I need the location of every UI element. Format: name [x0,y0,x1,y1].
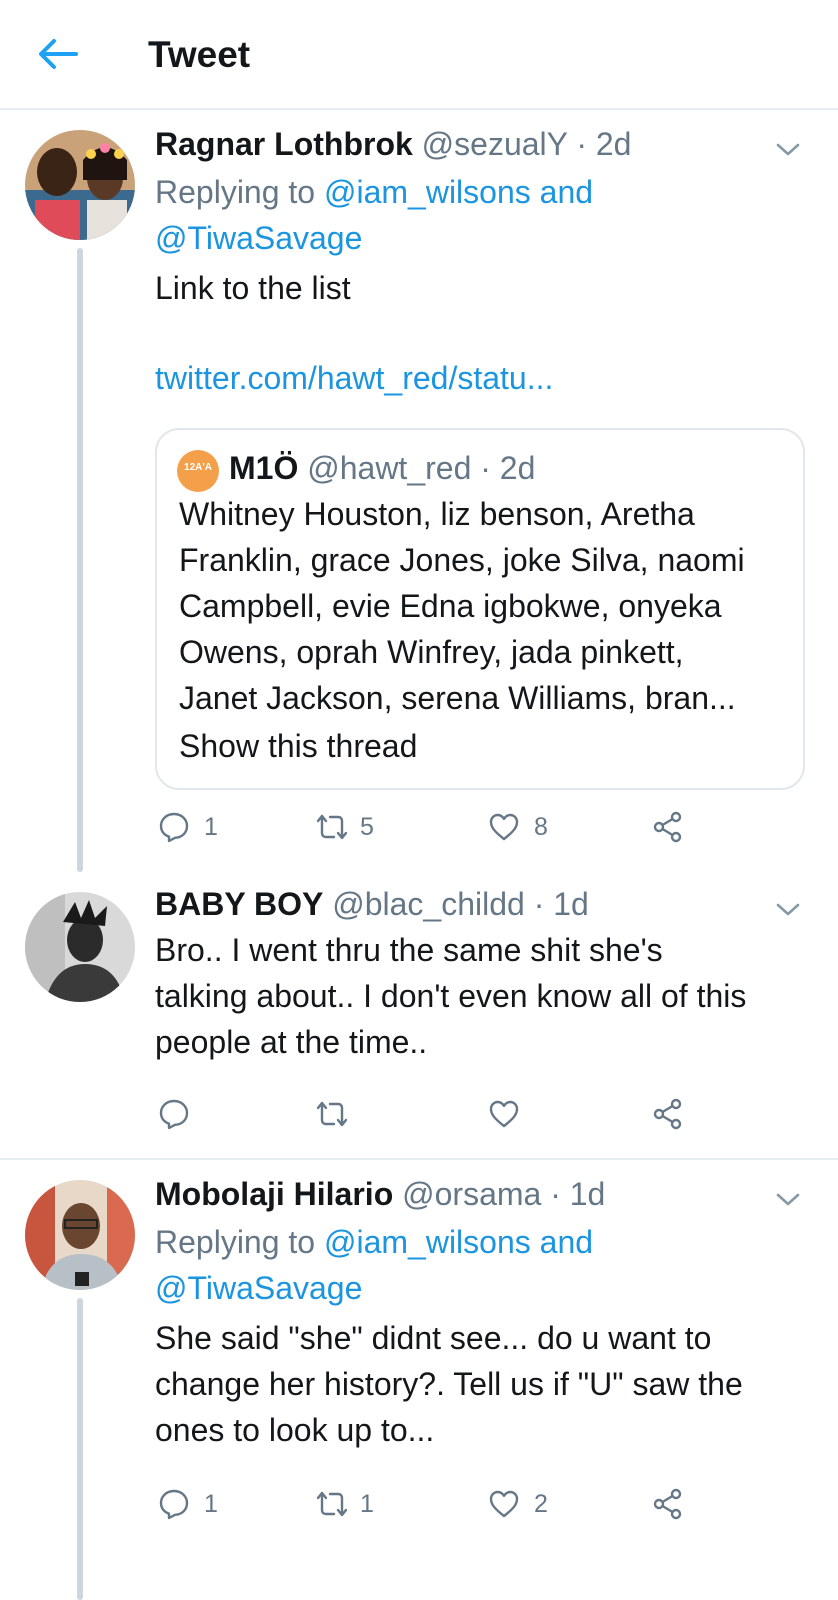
tweet-actions [158,1094,718,1138]
chevron-down-icon[interactable] [774,140,802,160]
replying-to-cont: @TiwaSavage [155,218,362,258]
page-title: Tweet [148,34,251,75]
tweet-text-line: Bro.. I went thru the same shit she's [155,932,663,968]
quoted-display-name: M1Ö [229,450,299,486]
share-button[interactable] [652,1094,692,1138]
heart-icon [488,1488,520,1520]
top-bar: Tweet [0,0,838,110]
tweet-text: Link to the list [155,270,351,306]
separator-dot: · [480,450,491,486]
reply-button[interactable]: 1 [158,807,238,851]
tweet-actions: 1 1 2 [158,1484,718,1528]
display-name[interactable]: BABY BOY [155,886,323,922]
display-name[interactable]: Ragnar Lothbrok [155,126,413,162]
tweet-text-line: people at the time.. [155,1024,428,1060]
retweet-count: 1 [360,1490,374,1518]
user-handle[interactable]: @sezualY [422,126,568,162]
tweet-text-line: change her history?. Tell us if "U" saw … [155,1366,743,1402]
replying-to-cont: @TiwaSavage [155,1268,362,1308]
avatar[interactable] [25,130,135,240]
tweet-divider [0,1158,838,1160]
reply-count: 1 [204,1490,218,1518]
quoted-avatar-label: 12A'A [184,462,212,473]
user-handle[interactable]: @orsama [402,1176,541,1212]
mention-link[interactable]: @iam_wilsons and [324,174,593,210]
share-button[interactable] [652,1484,692,1528]
tweet-content: BABY BOY @blac_childd · 1d Bro.. I went … [155,884,814,1084]
chevron-down-icon[interactable] [774,1190,802,1210]
tweet-mobolaji[interactable]: Mobolaji Hilario @orsama · 1d Replying t… [0,1162,838,1600]
avatar[interactable] [25,1180,135,1290]
replying-prefix: Replying to [155,1224,316,1260]
arrow-left-icon [39,39,78,69]
avatar[interactable] [25,892,135,1002]
quoted-text-line: Campbell, evie Edna igbokwe, onyeka [179,588,722,624]
retweet-button[interactable]: 5 [314,807,394,851]
back-button[interactable] [34,34,82,74]
quoted-handle: @hawt_red [307,450,472,486]
quoted-header: M1Ö @hawt_red · 2d [229,448,535,488]
reply-button[interactable] [158,1094,198,1138]
tweet-actions: 1 5 8 [158,807,718,851]
share-button[interactable] [652,807,692,851]
quoted-tweet[interactable]: 12A'A M1Ö @hawt_red · 2d Whitney Houston… [155,428,805,790]
replying-to: Replying to @iam_wilsons and [155,1222,593,1262]
quoted-timestamp: 2d [499,450,536,486]
replying-to: Replying to @iam_wilsons and [155,172,593,212]
like-count: 8 [534,813,548,841]
tweet-header: Ragnar Lothbrok @sezualY · 2d [155,124,631,164]
tweet-content: Mobolaji Hilario @orsama · 1d Replying t… [155,1174,814,1454]
mention-link[interactable]: @iam_wilsons and [324,1224,593,1260]
tweet-text-line: She said "she" didnt see... do u want to [155,1320,712,1356]
tweet-ragnar[interactable]: Ragnar Lothbrok @sezualY · 2d Replying t… [0,112,838,872]
like-count: 2 [534,1490,548,1518]
tweet-header: Mobolaji Hilario @orsama · 1d [155,1174,605,1214]
retweet-button[interactable] [314,1094,354,1138]
heart-icon [488,1098,520,1130]
share-icon [652,811,684,843]
replying-prefix: Replying to [155,174,316,210]
user-handle[interactable]: @blac_childd [332,886,525,922]
tweet-header: BABY BOY @blac_childd · 1d [155,884,589,924]
reply-count: 1 [204,813,218,841]
tweet-link[interactable]: twitter.com/hawt_red/statu... [155,358,553,398]
share-icon [652,1098,684,1130]
quoted-text-line: Franklin, grace Jones, joke Silva, naomi [179,542,745,578]
thread-line [77,1298,83,1600]
timestamp[interactable]: 1d [553,886,589,922]
quoted-text-line: Owens, oprah Winfrey, jada pinkett, [179,634,684,670]
retweet-icon [314,811,350,843]
like-button[interactable]: 2 [488,1484,568,1528]
tweet-text-line: ones to look up to... [155,1412,435,1448]
display-name[interactable]: Mobolaji Hilario [155,1176,393,1212]
timestamp[interactable]: 1d [570,1176,606,1212]
separator-dot: · [576,126,587,162]
quoted-text-line: Janet Jackson, serena Williams, bran... [179,680,736,716]
tweet-text-line: talking about.. I don't even know all of… [155,978,747,1014]
share-icon [652,1488,684,1520]
reply-icon [158,811,190,843]
like-button[interactable]: 8 [488,807,568,851]
show-thread-link[interactable]: Show this thread [179,726,417,766]
retweet-button[interactable]: 1 [314,1484,394,1528]
quoted-text-line: Whitney Houston, liz benson, Aretha [179,496,695,532]
tweet-baby-boy[interactable]: BABY BOY @blac_childd · 1d Bro.. I went … [0,872,838,1152]
tweet-content: Ragnar Lothbrok @sezualY · 2d Replying t… [155,124,814,424]
like-button[interactable] [488,1094,528,1138]
retweet-count: 5 [360,813,374,841]
chevron-down-icon[interactable] [774,900,802,920]
mention-link[interactable]: @TiwaSavage [155,220,362,256]
separator-dot: · [550,1176,561,1212]
reply-icon [158,1488,190,1520]
mention-link[interactable]: @TiwaSavage [155,1270,362,1306]
reply-icon [158,1098,190,1130]
heart-icon [488,811,520,843]
thread-line [77,248,83,872]
reply-button[interactable]: 1 [158,1484,238,1528]
timestamp[interactable]: 2d [596,126,632,162]
quoted-avatar[interactable]: 12A'A [177,450,219,492]
retweet-icon [314,1098,350,1130]
retweet-icon [314,1488,350,1520]
separator-dot: · [533,886,545,922]
